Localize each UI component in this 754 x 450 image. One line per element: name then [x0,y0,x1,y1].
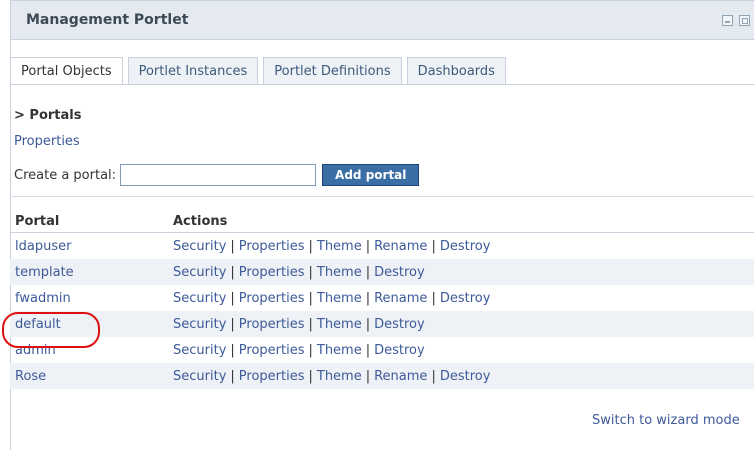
action-destroy-link[interactable]: Destroy [374,265,425,280]
action-theme-link[interactable]: Theme [317,343,362,358]
table-row: template Security | Properties | Theme | Destro… [10,259,754,285]
action-separator: | [365,290,371,306]
action-security-link[interactable]: Security [173,291,226,306]
action-separator: | [230,316,235,332]
portal-column-header: Portal [10,210,168,233]
action-properties-link[interactable]: Properties [239,317,305,332]
action-separator: | [230,368,235,384]
tab-portlet-definitions[interactable]: Portlet Definitions [263,57,402,85]
action-separator: | [431,290,436,306]
tab-bar: Portal Objects Portlet Instances Portlet… [10,57,511,85]
actions-cell: Security | Properties | Theme | Rename | Destroy [168,233,754,260]
table-header-row: Portal Actions [10,210,754,233]
portal-name-link[interactable]: template [15,265,74,280]
action-destroy-link[interactable]: Destroy [374,317,425,332]
window-controls [722,14,750,26]
table-row: fwadmin Security | Properties | Theme | Rename |… [10,285,754,311]
action-separator: | [308,238,313,254]
action-separator: | [365,342,371,358]
action-separator: | [308,290,313,306]
portals-table-body: ldapuser Security | Properties | Theme | Rename… [10,233,754,389]
action-security-link[interactable]: Security [173,343,226,358]
add-portal-button[interactable]: Add portal [322,164,420,186]
create-portal-label: Create a portal: [14,167,117,183]
action-theme-link[interactable]: Theme [317,291,362,306]
switch-wizard-link[interactable]: Switch to wizard mode [592,413,740,428]
portal-name-link[interactable]: fwadmin [15,291,71,306]
action-separator: | [230,264,235,280]
action-separator: | [431,238,436,254]
portal-name-cell: ldapuser [10,233,168,260]
tab-portlet-instances[interactable]: Portlet Instances [127,57,259,85]
portal-name-link[interactable]: ldapuser [15,239,71,254]
portlet-title: Management Portlet [26,12,189,28]
action-properties-link[interactable]: Properties [239,369,305,384]
action-theme-link[interactable]: Theme [317,317,362,332]
breadcrumb: > Portals [14,108,82,123]
create-portal-row: Create a portal: Add portal [14,164,420,186]
action-separator: | [230,342,235,358]
action-destroy-link[interactable]: Destroy [440,291,491,306]
minimize-icon[interactable] [722,14,733,26]
action-separator: | [230,238,235,254]
table-row: ldapuser Security | Properties | Theme | Rename… [10,233,754,260]
action-separator: | [230,290,235,306]
portals-table: Portal Actions ldapuser Security | Properti… [10,210,754,389]
properties-link[interactable]: Properties [14,134,80,149]
action-separator: | [308,368,313,384]
action-theme-link[interactable]: Theme [317,265,362,280]
action-theme-link[interactable]: Theme [317,239,362,254]
portal-name-input[interactable] [120,164,317,186]
action-separator: | [365,368,371,384]
actions-cell: Security | Properties | Theme | Destroy [168,337,754,363]
actions-column-header: Actions [168,210,754,233]
action-security-link[interactable]: Security [173,369,226,384]
action-properties-link[interactable]: Properties [239,239,305,254]
action-security-link[interactable]: Security [173,265,226,280]
action-theme-link[interactable]: Theme [317,369,362,384]
action-rename-link[interactable]: Rename [374,239,427,254]
action-rename-link[interactable]: Rename [374,369,427,384]
action-security-link[interactable]: Security [173,317,226,332]
actions-cell: Security | Properties | Theme | Destroy [168,311,754,337]
portal-name-cell: template [10,259,168,285]
portlet-titlebar: Management Portlet [11,0,754,40]
action-separator: | [308,342,313,358]
portal-name-link[interactable]: Rose [15,369,46,384]
highlight-circle [2,312,100,348]
action-rename-link[interactable]: Rename [374,291,427,306]
tab-portal-objects[interactable]: Portal Objects [10,57,123,85]
portal-name-cell: fwadmin [10,285,168,311]
action-properties-link[interactable]: Properties [239,291,305,306]
actions-cell: Security | Properties | Theme | Rename | Destroy [168,285,754,311]
action-separator: | [365,238,371,254]
action-separator: | [308,316,313,332]
action-destroy-link[interactable]: Destroy [440,369,491,384]
action-separator: | [431,368,436,384]
table-row: admin Security | Properties | Theme | Destroy [10,337,754,363]
action-properties-link[interactable]: Properties [239,343,305,358]
action-separator: | [308,264,313,280]
maximize-icon[interactable] [739,14,750,26]
portal-name-cell: Rose [10,363,168,389]
table-row: Rose Security | Properties | Theme | Rename | Des… [10,363,754,389]
tab-divider [10,84,754,85]
action-properties-link[interactable]: Properties [239,265,305,280]
actions-cell: Security | Properties | Theme | Destroy [168,259,754,285]
action-destroy-link[interactable]: Destroy [374,343,425,358]
tab-dashboards[interactable]: Dashboards [406,57,506,85]
action-destroy-link[interactable]: Destroy [440,239,491,254]
actions-cell: Security | Properties | Theme | Rename | Destroy [168,363,754,389]
action-security-link[interactable]: Security [173,239,226,254]
section-divider [10,196,754,197]
table-row: default Security | Properties | Theme | Destroy [10,311,754,337]
action-separator: | [365,264,371,280]
action-separator: | [365,316,371,332]
